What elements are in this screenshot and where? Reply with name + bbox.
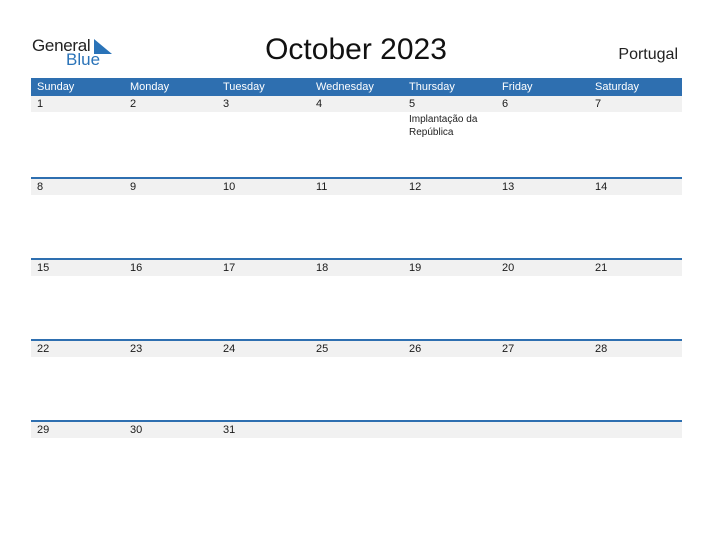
date-strip: 1 2 3 4 5 6 7 (31, 96, 682, 112)
day-number (496, 422, 589, 438)
day-number: 12 (409, 181, 422, 193)
day-number: 8 (37, 181, 44, 193)
weekday-sunday: Sunday (37, 81, 75, 93)
holiday-event (403, 438, 496, 439)
date-strip: 15 16 17 18 19 20 21 (31, 260, 682, 276)
weekday-friday: Friday (502, 81, 533, 93)
holiday-event (403, 357, 496, 358)
holiday-event (124, 195, 217, 196)
day-number: 27 (502, 343, 515, 355)
day-number: 21 (595, 262, 608, 274)
day-number: 31 (223, 424, 236, 436)
week-row: 29 30 31 (31, 420, 682, 501)
day-number: 15 (37, 262, 50, 274)
day-number: 7 (595, 98, 602, 110)
day-number: 5 (409, 98, 416, 110)
holiday-event (124, 276, 217, 277)
day-number: 20 (502, 262, 515, 274)
day-number: 10 (223, 181, 236, 193)
events-row (31, 438, 682, 439)
country-label: Portugal (618, 46, 678, 63)
week-row: 1 2 3 4 5 6 7 Implantação da República (31, 96, 682, 177)
day-number: 23 (130, 343, 143, 355)
day-number: 22 (37, 343, 50, 355)
events-row (31, 195, 682, 196)
holiday-event (310, 438, 403, 439)
day-number (403, 422, 496, 438)
week-row: 22 23 24 25 26 27 28 (31, 339, 682, 420)
week-row: 15 16 17 18 19 20 21 (31, 258, 682, 339)
calendar-title: October 2023 (265, 33, 447, 66)
holiday-event (217, 438, 310, 439)
holiday-event (496, 357, 589, 358)
holiday-event (589, 438, 682, 439)
day-number: 6 (502, 98, 509, 110)
day-number: 19 (409, 262, 422, 274)
holiday-event (589, 276, 682, 277)
holiday-event (310, 112, 403, 139)
weekday-saturday: Saturday (595, 81, 640, 93)
events-row: Implantação da República (31, 112, 682, 139)
week-row: 8 9 10 11 12 13 14 (31, 177, 682, 258)
day-number: 3 (223, 98, 230, 110)
date-strip: 29 30 31 (31, 422, 682, 438)
weekday-monday: Monday (130, 81, 170, 93)
day-number: 28 (595, 343, 608, 355)
holiday-event (217, 357, 310, 358)
day-number (310, 422, 403, 438)
holiday-event (217, 276, 310, 277)
day-number: 9 (130, 181, 137, 193)
holiday-event (217, 195, 310, 196)
day-number: 25 (316, 343, 329, 355)
date-strip: 22 23 24 25 26 27 28 (31, 341, 682, 357)
holiday-event (589, 195, 682, 196)
weekday-header: Sunday Monday Tuesday Wednesday Thursday… (31, 78, 682, 96)
day-number: 29 (37, 424, 50, 436)
holiday-event (124, 357, 217, 358)
weekday-tuesday: Tuesday (223, 81, 265, 93)
day-number: 2 (130, 98, 137, 110)
holiday-event (496, 276, 589, 277)
calendar-grid: Sunday Monday Tuesday Wednesday Thursday… (31, 78, 682, 501)
day-number: 30 (130, 424, 143, 436)
holiday-event (589, 112, 682, 139)
holiday-event (589, 357, 682, 358)
day-number: 11 (316, 181, 328, 193)
holiday-event (31, 195, 124, 196)
events-row (31, 357, 682, 358)
holiday-event (124, 112, 217, 139)
holiday-event (403, 276, 496, 277)
holiday-event (496, 112, 589, 139)
weekday-thursday: Thursday (409, 81, 455, 93)
holiday-event (31, 112, 124, 139)
holiday-event (403, 195, 496, 196)
events-row (31, 276, 682, 277)
holiday-event: Implantação da República (409, 114, 478, 138)
day-number: 14 (595, 181, 608, 193)
day-number: 26 (409, 343, 422, 355)
day-number: 16 (130, 262, 143, 274)
day-number: 4 (316, 98, 323, 110)
day-number: 18 (316, 262, 329, 274)
holiday-event (496, 195, 589, 196)
holiday-event (31, 357, 124, 358)
holiday-event (310, 276, 403, 277)
weekday-wednesday: Wednesday (316, 81, 374, 93)
day-number: 24 (223, 343, 236, 355)
day-number: 13 (502, 181, 515, 193)
day-number (589, 422, 682, 438)
holiday-event (496, 438, 589, 439)
holiday-event (124, 438, 217, 439)
holiday-event (31, 438, 124, 439)
day-number: 1 (37, 98, 44, 110)
holiday-event (310, 357, 403, 358)
holiday-event (217, 112, 310, 139)
holiday-event (31, 276, 124, 277)
date-strip: 8 9 10 11 12 13 14 (31, 179, 682, 195)
day-number: 17 (223, 262, 236, 274)
holiday-event (310, 195, 403, 196)
